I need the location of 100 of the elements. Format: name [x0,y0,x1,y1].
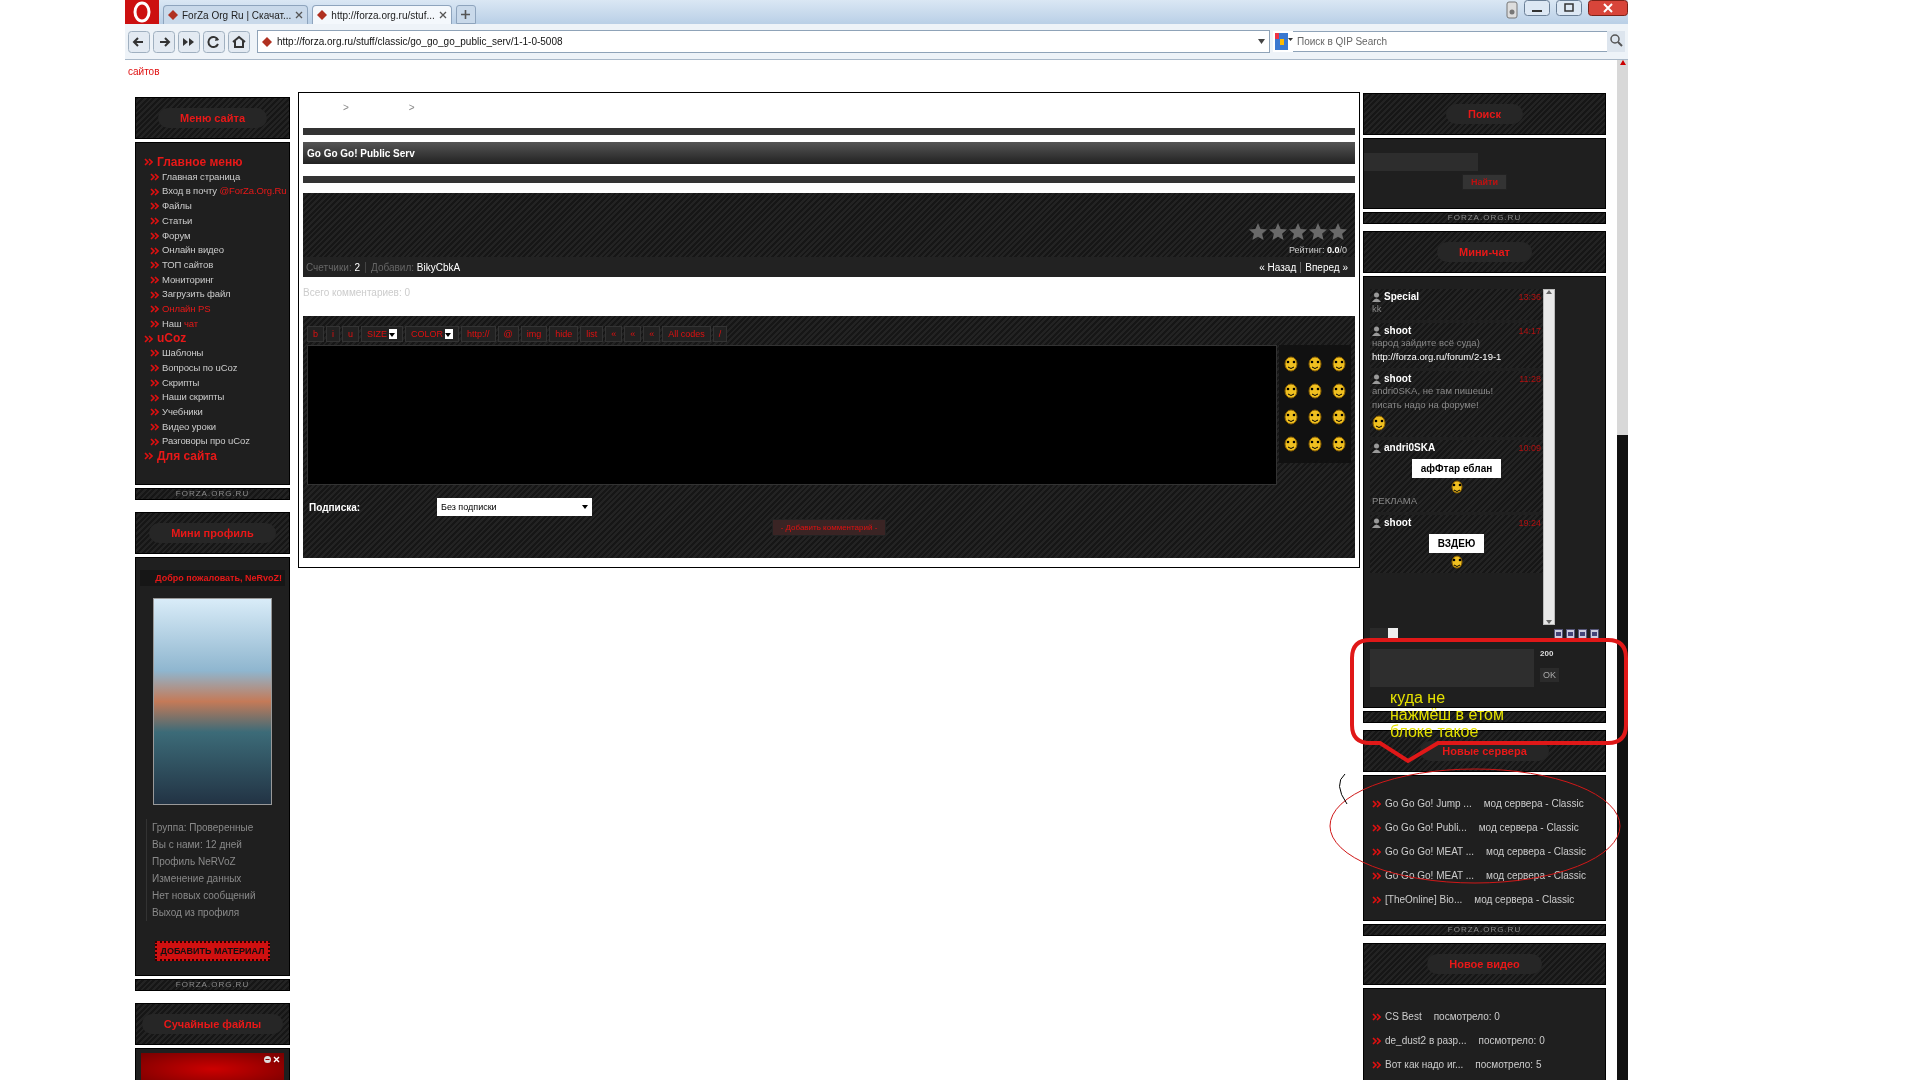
home-icon[interactable] [228,30,250,53]
menu-item[interactable]: ТОП сайтов [136,257,289,273]
chat-username[interactable]: shoot [1384,517,1412,528]
menu-item[interactable]: Форум [136,228,289,244]
menu-item[interactable]: Наши скрипты [136,390,289,405]
star-icon[interactable] [1249,223,1267,241]
tool-icon[interactable] [1554,628,1563,640]
menu-item[interactable]: Статьи [136,213,289,229]
profile-link[interactable]: Выход из профиля [152,903,279,921]
chat-link[interactable]: http://forza.org.ru/forum/2-19-1 [1372,351,1502,362]
nav-link[interactable]: « Назад [1255,261,1301,273]
search-engine-icon[interactable] [1273,31,1293,52]
back-icon[interactable] [128,30,150,53]
double-chevron-icon [150,246,159,255]
menu-section[interactable]: Главное меню [136,155,289,170]
list-item[interactable]: Go Go Go! Jump ... мод сервера - Classic [1364,792,1605,816]
minus-icon[interactable] [264,1055,271,1063]
chat-username[interactable]: shoot [1384,325,1412,336]
menu-item[interactable]: Файлы [136,199,289,214]
opera-logo-icon [125,0,159,24]
menu-item[interactable]: Шаблоны [136,346,289,361]
maximize-icon[interactable] [1556,0,1582,16]
chat-username[interactable]: andri0SKA [1384,442,1436,453]
list-item[interactable]: Go Go Go! Publi... мод сервера - Classic [1364,816,1605,840]
caret-icon[interactable] [1258,39,1265,44]
menu-item[interactable]: Наш чат [136,316,289,332]
close-icon[interactable] [438,11,447,19]
reload-icon[interactable] [203,30,225,53]
subscription-select[interactable]: Без подписки [437,498,592,516]
double-chevron-icon [150,408,159,417]
star-rating[interactable] [1249,223,1347,241]
double-chevron-icon [144,334,153,343]
double-chevron-icon [150,320,159,329]
meta-info: Добавил: BikyCbkA [365,261,466,273]
smiley-icon [1332,355,1347,372]
block-title: Мини-чат [1437,242,1532,262]
double-chevron-icon [1372,896,1381,904]
profile-link[interactable]: Группа: Проверенные [152,818,279,836]
fast-forward-icon[interactable] [178,30,200,53]
caret-icon [389,333,396,337]
browser-tab[interactable]: http://forza.org.ru/stuf... [312,5,452,24]
menu-item[interactable]: Разговоры про uCoz [136,434,289,450]
double-chevron-icon [1372,824,1381,832]
scrollbar[interactable] [1543,289,1555,625]
caret-icon [582,505,588,509]
star-icon[interactable] [1329,223,1347,241]
menu-item[interactable]: Учебники [136,404,289,420]
tool-icon[interactable] [1566,628,1575,640]
profile-link[interactable]: Профиль NeRVoZ [152,852,279,870]
search-field[interactable] [1364,153,1478,171]
menu-item[interactable]: Вопросы по uCoz [136,360,289,376]
arrow-up-icon [1546,290,1552,294]
double-chevron-icon [1372,1037,1381,1045]
menu-section[interactable]: Для сайта [136,449,289,464]
double-chevron-icon [150,349,159,358]
chat-message: andri0SKA, не там пишешь! [1372,384,1495,398]
profile-link[interactable]: Вы с нами: 12 дней [152,835,279,853]
menu-item[interactable]: Мониторинг [136,272,289,288]
minimize-icon[interactable] [1524,0,1550,16]
list-item[interactable]: Go Go Go! MEAT ... мод сервера - Classic [1364,840,1605,864]
close-icon[interactable] [1588,0,1628,16]
title-bar: Go Go Go! Public Serv [303,142,1355,164]
char-counter: 200 [1540,649,1555,658]
smiley-icon [1450,480,1463,494]
menu-item[interactable]: Скрипты [136,375,289,391]
forward-icon[interactable] [153,30,175,53]
menu-item[interactable]: Онлайн PS [136,302,289,317]
star-icon[interactable] [1309,223,1327,241]
breadcrumb-separator: > [343,101,349,113]
profile-link[interactable]: Изменение данных [152,869,279,887]
close-icon[interactable] [295,11,304,19]
menu-item[interactable]: Онлайн видео [136,243,289,258]
breadcrumb-separator: > [408,101,415,113]
star-icon[interactable] [1269,223,1287,241]
search-icon[interactable] [1607,31,1625,52]
ok-button[interactable]: OK [1540,668,1559,682]
menu-item[interactable]: Вход в почту @ForZa.Org.Ru [136,184,289,200]
list-item[interactable]: [TheOnline] Bio... мод сервера - Classic [1364,888,1605,912]
search-field[interactable]: Поиск в QIP Search [1293,31,1607,52]
menu-item[interactable]: Видео уроки [136,419,289,435]
comment-field[interactable] [307,345,1278,485]
menu-item[interactable]: Главная страница [136,169,289,185]
tool-icon[interactable] [1578,628,1587,640]
tool-icon[interactable] [1590,628,1599,640]
new-tab-button[interactable] [455,5,476,24]
browser-tab[interactable]: ForZa Org Ru | Скачат... [163,5,309,24]
menu-section[interactable]: uCoz [136,331,289,347]
meta-info: Счетчики: 2 [306,261,361,273]
nav-link[interactable]: Вперед » [1300,261,1352,273]
chat-username[interactable]: Special [1384,291,1420,302]
list-item[interactable]: Вот как надо иг... посмотрело: 5 [1364,1053,1605,1077]
scrollbar[interactable] [1617,60,1628,1080]
footer-label: FORZA.ORG.RU [1447,926,1522,934]
profile-link[interactable]: Нет новых сообщений [152,886,279,904]
menu-item[interactable]: Загрузить файл [136,287,289,303]
list-item[interactable]: de_dust2 в разр... посмотрело: 0 [1364,1029,1605,1053]
chat-username[interactable]: shoot [1384,373,1412,384]
address-field[interactable]: http://forza.org.ru/stuff/classic/go_go_go_public_serv/1-1-0-5008 [257,30,1270,53]
star-icon[interactable] [1289,223,1307,241]
list-item[interactable]: CS Best посмотрело: 0 [1364,1005,1605,1029]
